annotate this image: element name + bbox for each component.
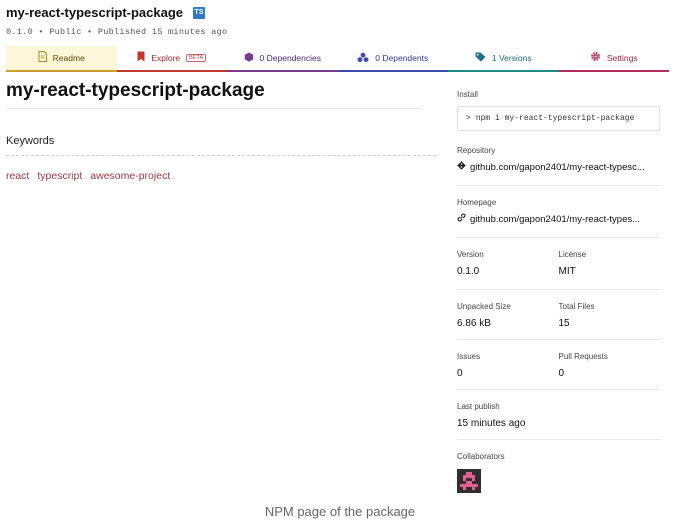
package-header: my-react-typescript-package TS 0.1.0 • P… <box>6 5 227 37</box>
homepage-section: Homepage github.com/gapon2401/my-react-t… <box>457 186 660 238</box>
image-caption: NPM page of the package <box>264 504 416 519</box>
package-tabs: Readme Explore BETA 0 Dependencies 0 Dep… <box>6 46 669 72</box>
install-command-box[interactable]: > npm i my-react-typescript-package <box>457 106 660 131</box>
last-publish-value: 15 minutes ago <box>457 418 526 429</box>
total-files-value: 15 <box>558 318 570 329</box>
unpacked-size-value: 6.86 kB <box>457 318 491 329</box>
collaborators-label: Collaborators <box>457 452 505 461</box>
repository-url: github.com/gapon2401/my-react-typesc... <box>470 161 645 173</box>
keywords-heading: Keywords <box>6 135 436 156</box>
tab-dependencies-label: 0 Dependencies <box>259 53 321 63</box>
bookmark-icon <box>137 51 145 65</box>
cubes-icon <box>357 52 369 65</box>
total-files-label: Total Files <box>558 302 595 311</box>
tag-icon <box>475 52 486 65</box>
readme-content: my-react-typescript-package Keywords rea… <box>6 80 436 182</box>
last-publish-section: Last publish 15 minutes ago <box>457 390 660 440</box>
unpacked-size-label: Unpacked Size <box>457 302 511 311</box>
beta-badge: BETA <box>186 54 207 62</box>
license-value: MIT <box>558 266 576 277</box>
tab-settings-label: Settings <box>606 53 638 63</box>
package-sidebar: Install > npm i my-react-typescript-pack… <box>457 90 660 493</box>
repository-label: Repository <box>457 146 496 155</box>
tab-explore[interactable]: Explore BETA <box>116 46 227 72</box>
keyword-link-typescript[interactable]: typescript <box>37 170 82 182</box>
homepage-url: github.com/gapon2401/my-react-types... <box>470 213 641 225</box>
repository-section: Repository github.com/gapon2401/my-react… <box>457 146 660 186</box>
version-value: 0.1.0 <box>457 266 480 277</box>
tab-dependents-label: 0 Dependents <box>375 53 429 63</box>
install-section: Install > npm i my-react-typescript-pack… <box>457 90 660 131</box>
link-icon <box>457 213 466 225</box>
last-publish-label: Last publish <box>457 402 500 411</box>
license-label: License <box>558 250 587 259</box>
prompt-icon: > <box>466 114 471 123</box>
install-command: npm i my-react-typescript-package <box>475 114 635 123</box>
pull-requests-value[interactable]: 0 <box>559 368 661 379</box>
issues-label: Issues <box>457 352 481 361</box>
keyword-link-awesome-project[interactable]: awesome-project <box>90 170 170 182</box>
git-icon <box>457 161 466 173</box>
size-files-section: Unpacked Size 6.86 kB Total Files 15 <box>457 290 660 340</box>
tab-explore-label: Explore <box>151 53 181 63</box>
tab-readme[interactable]: Readme <box>6 46 117 72</box>
pull-requests-label: Pull Requests <box>558 352 608 361</box>
document-icon <box>38 51 47 65</box>
issues-value[interactable]: 0 <box>457 368 559 379</box>
collaborators-section: Collaborators <box>457 440 660 493</box>
tab-versions-label: 1 Versions <box>491 53 532 63</box>
version-license-section: Version 0.1.0 License MIT <box>457 238 660 290</box>
homepage-link[interactable]: github.com/gapon2401/my-react-types... <box>457 213 660 225</box>
typescript-badge-icon: TS <box>193 6 206 19</box>
cube-icon <box>244 52 254 65</box>
gear-icon <box>590 51 601 65</box>
avatar[interactable] <box>457 469 481 493</box>
tab-dependencies[interactable]: 0 Dependencies <box>227 46 338 72</box>
tab-dependents[interactable]: 0 Dependents <box>337 46 448 72</box>
keywords-list: react typescript awesome-project <box>6 170 436 182</box>
package-meta: 0.1.0 • Public • Published 15 minutes ag… <box>6 27 228 37</box>
package-name: my-react-typescript-package <box>6 5 184 20</box>
install-label: Install <box>457 90 478 99</box>
repository-link[interactable]: github.com/gapon2401/my-react-typesc... <box>457 161 660 173</box>
readme-title: my-react-typescript-package <box>6 80 420 109</box>
tab-versions[interactable]: 1 Versions <box>448 46 559 72</box>
keyword-link-react[interactable]: react <box>6 170 29 182</box>
homepage-label: Homepage <box>457 198 497 207</box>
tab-settings[interactable]: Settings <box>558 46 669 72</box>
version-label: Version <box>457 250 484 259</box>
tab-readme-label: Readme <box>52 53 85 63</box>
issues-prs-section: Issues 0 Pull Requests 0 <box>457 340 660 390</box>
